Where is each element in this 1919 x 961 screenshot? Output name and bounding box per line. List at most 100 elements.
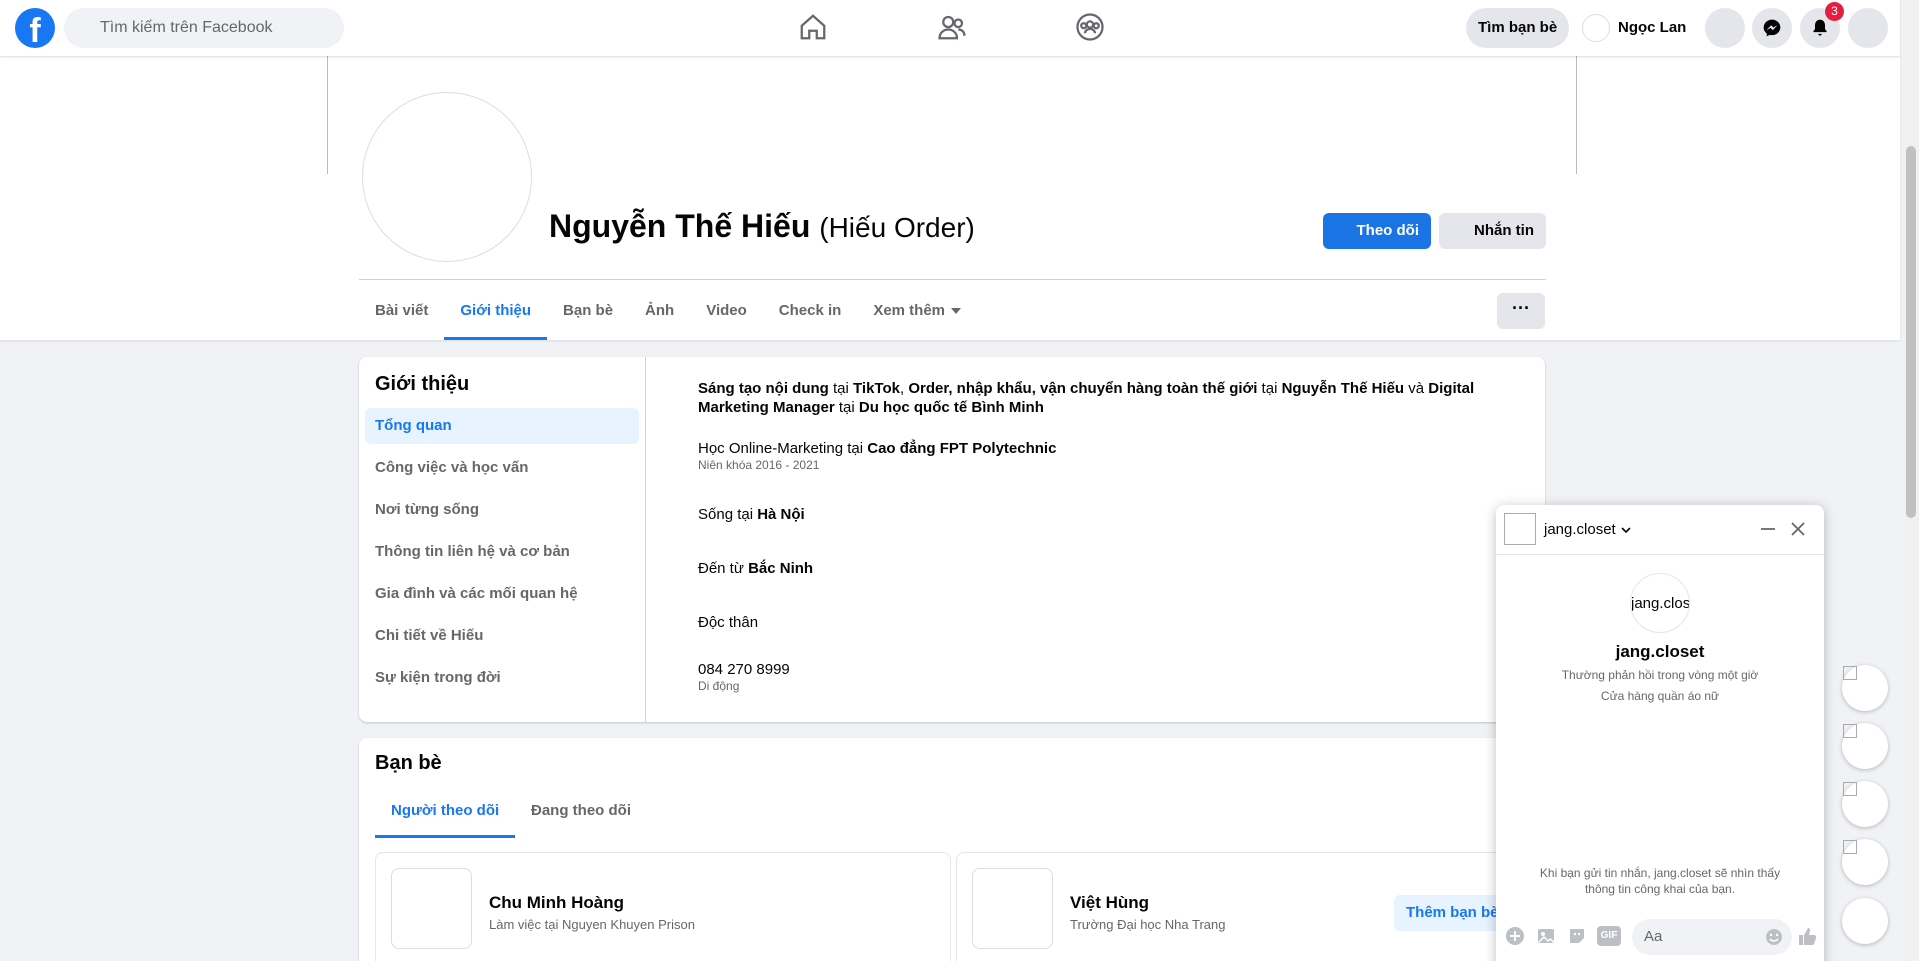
- friends-card: Bạn bè Người theo dõi Đang theo dõi Chu …: [359, 738, 1545, 961]
- relationship-info: Độc thân: [698, 614, 759, 631]
- about-menu-places[interactable]: Nơi từng sống: [365, 492, 639, 528]
- chat-head-bubble[interactable]: [1842, 723, 1888, 769]
- notifications-icon[interactable]: 3: [1800, 2, 1844, 48]
- about-sidebar: Giới thiệu Tổng quan Công việc và học vấ…: [359, 357, 646, 722]
- friend-thumbnail[interactable]: [391, 868, 472, 949]
- avatar: [1582, 14, 1610, 42]
- chat-composer: GIF Aa: [1496, 913, 1824, 961]
- friends-title: Bạn bè: [375, 752, 442, 774]
- tab-more[interactable]: Xem thêm: [857, 282, 977, 340]
- profile-shortcut[interactable]: Ngọc Lan: [1578, 8, 1696, 48]
- friend-card[interactable]: Chu Minh Hoàng Làm việc tại Nguyen Khuye…: [375, 852, 951, 961]
- friend-name[interactable]: Chu Minh Hoàng: [489, 893, 624, 913]
- about-menu-work-education[interactable]: Công việc và học vấn: [365, 450, 639, 486]
- friend-name[interactable]: Việt Hùng: [1070, 893, 1149, 913]
- photo-icon[interactable]: [1535, 925, 1557, 947]
- thumbs-up-icon[interactable]: [1796, 925, 1818, 947]
- chat-head-bubble[interactable]: [1842, 781, 1888, 827]
- work-text-3: tại: [1257, 380, 1282, 397]
- work-info: Sáng tạo nội dung tại TikTok, Order, nhậ…: [698, 379, 1528, 417]
- more-options-button[interactable]: ···: [1497, 293, 1545, 329]
- follow-button[interactable]: Theo dõi: [1323, 213, 1431, 249]
- lives-prefix: Sống tại: [698, 506, 758, 523]
- chat-head-image: [1843, 840, 1857, 854]
- about-menu-contact[interactable]: Thông tin liên hệ và cơ bản: [365, 534, 639, 570]
- chevron-down-icon: [1621, 527, 1631, 534]
- lives-place[interactable]: Hà Nội: [757, 506, 805, 523]
- tab-videos[interactable]: Video: [690, 282, 763, 340]
- chat-head-image: [1843, 782, 1857, 796]
- notification-badge: 3: [1825, 2, 1844, 21]
- about-menu-family[interactable]: Gia đình và các mối quan hệ: [365, 576, 639, 612]
- hometown-info: Đến từ Bắc Ninh: [698, 559, 1528, 578]
- chat-head-bubble[interactable]: [1842, 665, 1888, 711]
- work-text-5: tại: [834, 399, 859, 416]
- tab-photos[interactable]: Ảnh: [629, 282, 690, 340]
- from-place[interactable]: Bắc Ninh: [748, 560, 813, 577]
- tab-about[interactable]: Giới thiệu: [444, 282, 547, 340]
- phone-label: Di động: [698, 679, 740, 693]
- work-role-1[interactable]: Sáng tạo nội dung: [698, 380, 829, 397]
- phone-info: 084 270 8999 Di động: [698, 660, 1528, 693]
- groups-icon[interactable]: [1075, 12, 1107, 44]
- about-title: Giới thiệu: [375, 373, 470, 395]
- minimize-icon[interactable]: [1758, 519, 1778, 539]
- profile-header: Nguyễn Thế Hiếu (Hiếu Order) Theo dõi Nh…: [0, 56, 1900, 340]
- from-prefix: Đến từ: [698, 560, 749, 577]
- friend-subtitle: Trường Đại học Nha Trang: [1070, 917, 1226, 932]
- friend-thumbnail[interactable]: [972, 868, 1053, 949]
- chat-avatar[interactable]: [1504, 513, 1536, 545]
- chat-head-image: [1843, 724, 1857, 738]
- search-input[interactable]: Tìm kiếm trên Facebook: [64, 8, 344, 48]
- profile-picture[interactable]: [362, 92, 532, 262]
- about-menu-details[interactable]: Chi tiết về Hiếu: [365, 618, 639, 654]
- account-avatar[interactable]: [1848, 8, 1888, 48]
- gif-icon[interactable]: GIF: [1597, 926, 1621, 946]
- chat-message-input[interactable]: Aa: [1632, 919, 1792, 955]
- friend-card[interactable]: Việt Hùng Trường Đại học Nha Trang Thêm …: [956, 852, 1544, 961]
- message-button[interactable]: Nhắn tin: [1439, 213, 1546, 249]
- chat-name-dropdown[interactable]: jang.closet: [1544, 521, 1632, 538]
- divider: [359, 279, 1546, 280]
- home-icon[interactable]: [798, 12, 830, 44]
- sticker-icon[interactable]: [1566, 925, 1588, 947]
- facebook-logo[interactable]: f: [15, 8, 55, 48]
- chat-privacy-note: Khi bạn gửi tin nhắn, jang.closet sẽ nhì…: [1539, 866, 1781, 896]
- friends-icon[interactable]: [937, 12, 969, 44]
- menu-button[interactable]: [1705, 8, 1745, 48]
- tab-checkins[interactable]: Check in: [763, 282, 858, 340]
- chat-window: jang.closet jang.clos jang.closet Thường…: [1496, 505, 1824, 961]
- close-icon[interactable]: [1788, 519, 1808, 539]
- tab-following[interactable]: Đang theo dõi: [515, 786, 647, 836]
- phone-number: 084 270 8999: [698, 661, 790, 678]
- profile-alternate-name: (Hiếu Order): [819, 212, 975, 243]
- profile-tabs: Bài viết Giới thiệu Bạn bè Ảnh Video Che…: [359, 282, 977, 340]
- plus-circle-icon[interactable]: [1504, 925, 1526, 947]
- find-friends-button[interactable]: Tìm bạn bè: [1466, 8, 1570, 48]
- about-menu-life-events[interactable]: Sự kiện trong đời: [365, 660, 639, 696]
- new-message-button[interactable]: [1842, 898, 1888, 944]
- work-place-2[interactable]: Nguyễn Thế Hiếu: [1282, 380, 1405, 397]
- top-navigation-bar: f Tìm kiếm trên Facebook Tìm bạn bè Ngọc…: [0, 0, 1900, 56]
- chat-page-title: jang.closet: [1615, 642, 1705, 661]
- about-card: Giới thiệu Tổng quan Công việc và học vấ…: [359, 357, 1545, 722]
- work-place-3[interactable]: Du học quốc tế Bình Minh: [859, 399, 1044, 416]
- tab-followers[interactable]: Người theo dõi: [375, 786, 516, 838]
- messenger-icon[interactable]: [1752, 8, 1792, 48]
- education-prefix: Học Online-Marketing tại: [698, 440, 868, 457]
- tab-posts[interactable]: Bài viết: [359, 282, 444, 340]
- education-school[interactable]: Cao đẳng FPT Polytechnic: [867, 440, 1056, 457]
- work-place-1[interactable]: TikTok: [853, 380, 900, 397]
- tab-friends[interactable]: Bạn bè: [547, 282, 629, 340]
- emoji-icon[interactable]: [1764, 927, 1784, 947]
- chat-response-time: Thường phản hồi trong vòng một giờ: [1561, 668, 1759, 682]
- cover-edge-left: [327, 56, 328, 174]
- about-menu-overview[interactable]: Tổng quan: [365, 408, 639, 444]
- chat-name: jang.closet: [1544, 521, 1616, 538]
- scrollbar-thumb[interactable]: [1906, 146, 1916, 518]
- work-role-2[interactable]: Order, nhập khẩu, vận chuyển hàng toàn t…: [908, 380, 1257, 397]
- chat-page-avatar[interactable]: jang.clos: [1630, 573, 1690, 633]
- tab-more-label: Xem thêm: [873, 302, 946, 319]
- chat-head-bubble[interactable]: [1842, 839, 1888, 885]
- friend-subtitle: Làm việc tại Nguyen Khuyen Prison: [489, 917, 695, 932]
